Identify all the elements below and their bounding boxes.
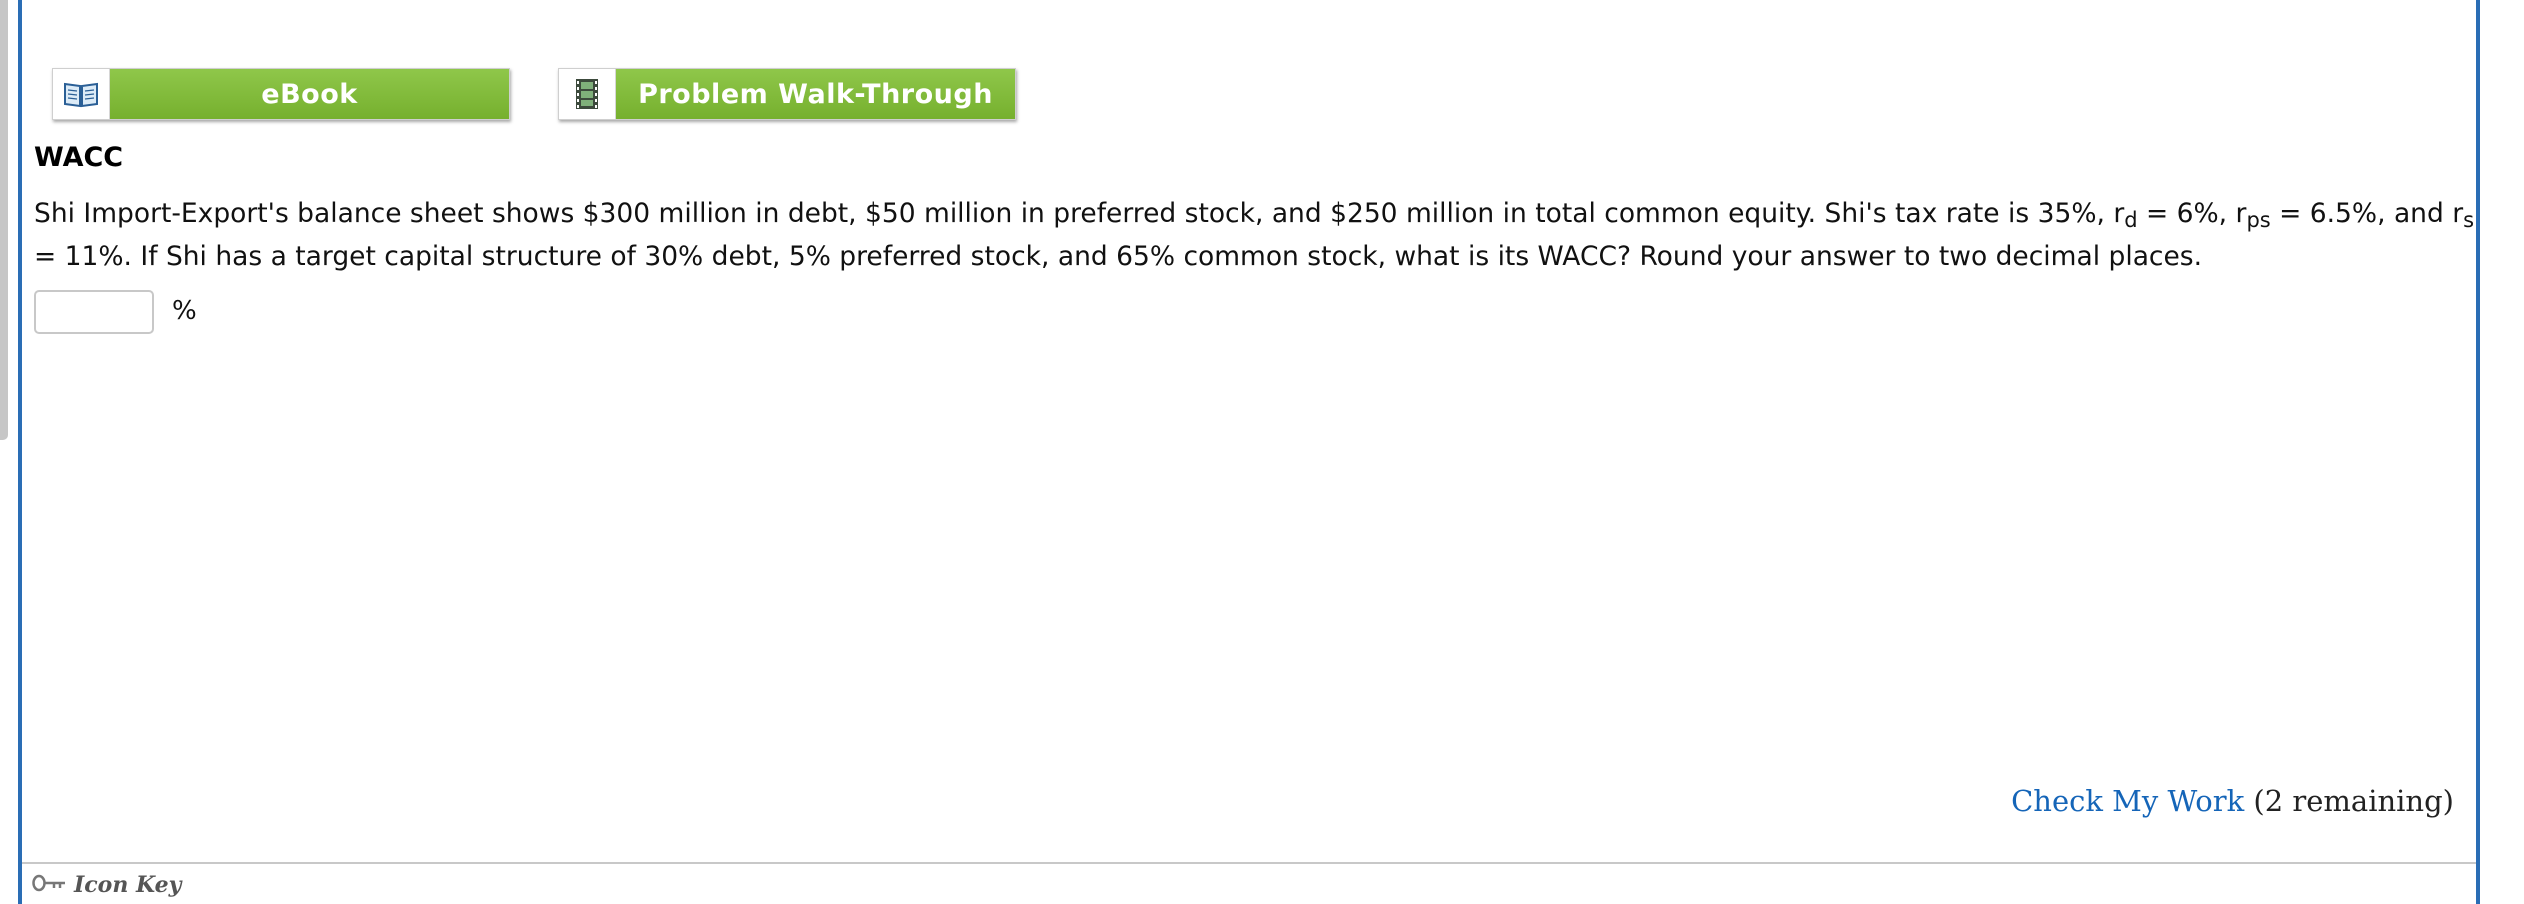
footer-divider	[22, 862, 2476, 864]
subscript-d: d	[2124, 208, 2138, 232]
attempts-remaining: (2 remaining)	[2253, 784, 2454, 818]
question-text: Shi Import-Export's balance sheet shows …	[34, 192, 2504, 278]
icon-key-link[interactable]: Icon Key	[32, 872, 181, 898]
key-icon	[32, 872, 66, 898]
subscript-s: s	[2463, 208, 2475, 232]
walkthrough-button-label: Problem Walk-Through	[616, 69, 1015, 119]
question-text-part: = 6%, r	[2137, 198, 2247, 229]
check-my-work-row: Check My Work (2 remaining)	[2011, 784, 2454, 818]
ebook-button-label: eBook	[110, 69, 509, 119]
question-text-part: = 6.5%, and r	[2270, 198, 2464, 229]
answer-input[interactable]	[34, 290, 154, 334]
answer-unit: %	[172, 296, 197, 326]
film-strip-icon	[559, 69, 616, 119]
walkthrough-button[interactable]: Problem Walk-Through	[558, 68, 1016, 120]
question-text-part: = 11%. If Shi has a target capital struc…	[34, 241, 2203, 272]
icon-key-label: Icon Key	[74, 872, 182, 898]
problem-title: WACC	[34, 142, 124, 173]
subscript-ps: ps	[2246, 208, 2271, 232]
question-text-part: Shi Import-Export's balance sheet shows …	[34, 198, 2125, 229]
check-my-work-link[interactable]: Check My Work	[2011, 784, 2244, 818]
page: eBook Problem Walk-Through WACC Shi Impo…	[0, 0, 2524, 904]
problem-panel	[18, 0, 2480, 904]
open-book-icon	[53, 69, 110, 119]
ebook-button[interactable]: eBook	[52, 68, 510, 120]
scrollbar[interactable]	[0, 0, 8, 440]
